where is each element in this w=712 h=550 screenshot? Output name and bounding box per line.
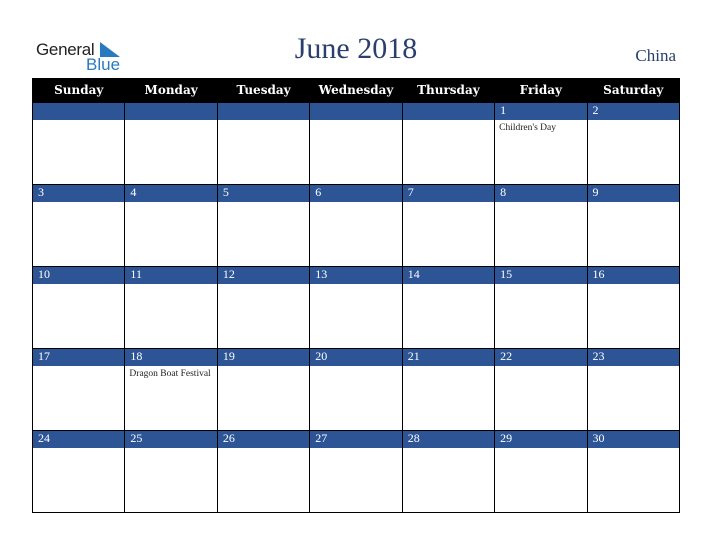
day-cell-events[interactable] — [586, 284, 681, 349]
day-cell-events[interactable] — [124, 448, 218, 513]
day-cell-events[interactable] — [124, 202, 218, 267]
day-cell-events[interactable] — [216, 284, 311, 349]
day-number[interactable]: 30 — [586, 430, 681, 448]
day-cell-events[interactable] — [31, 448, 126, 513]
day-cell-events[interactable] — [309, 448, 403, 513]
day-cell-events[interactable] — [401, 366, 496, 431]
day-cell-events[interactable] — [494, 366, 588, 431]
day-cell-events[interactable] — [586, 448, 681, 513]
day-cell-events[interactable] — [309, 120, 403, 185]
week-event-row: Dragon Boat Festival — [31, 366, 681, 431]
day-number[interactable] — [401, 102, 496, 120]
day-cell-events[interactable] — [31, 366, 126, 431]
day-cell-events[interactable] — [401, 120, 496, 185]
day-number[interactable]: 20 — [309, 348, 403, 366]
day-number[interactable] — [31, 102, 126, 120]
week-event-row — [31, 284, 681, 349]
day-cell-events[interactable] — [586, 366, 681, 431]
day-cell-events[interactable]: Dragon Boat Festival — [124, 366, 218, 431]
week-event-row — [31, 202, 681, 267]
day-number[interactable]: 3 — [31, 184, 126, 202]
day-number[interactable]: 25 — [124, 430, 218, 448]
day-number[interactable]: 14 — [401, 266, 496, 284]
day-number[interactable] — [124, 102, 218, 120]
day-number[interactable]: 2 — [586, 102, 681, 120]
day-number[interactable]: 22 — [494, 348, 588, 366]
weekday-header-tuesday: Tuesday — [216, 78, 311, 103]
day-cell-events[interactable] — [216, 202, 311, 267]
day-number[interactable]: 13 — [309, 266, 403, 284]
day-number[interactable]: 19 — [216, 348, 311, 366]
day-cell-events[interactable] — [31, 202, 126, 267]
day-number[interactable]: 21 — [401, 348, 496, 366]
day-cell-events[interactable] — [309, 366, 403, 431]
week-date-row: 17 18 19 20 21 22 23 — [31, 348, 681, 366]
day-cell-events[interactable] — [31, 284, 126, 349]
day-cell-events[interactable] — [494, 448, 588, 513]
week-date-row: 24 25 26 27 28 29 30 — [31, 430, 681, 448]
weekday-header-friday: Friday — [494, 78, 588, 103]
day-cell-events[interactable] — [586, 202, 681, 267]
day-cell-events[interactable] — [494, 284, 588, 349]
weekday-header-saturday: Saturday — [586, 78, 681, 103]
day-cell-events[interactable]: Children's Day — [494, 120, 588, 185]
week-date-row: 12 — [31, 102, 681, 120]
day-number[interactable]: 18 — [124, 348, 218, 366]
day-cell-events[interactable] — [216, 120, 311, 185]
day-number[interactable] — [216, 102, 311, 120]
day-cell-events[interactable] — [401, 202, 496, 267]
day-number[interactable]: 12 — [216, 266, 311, 284]
calendar-grid: Sunday Monday Tuesday Wednesday Thursday Frid… — [31, 78, 681, 513]
day-number[interactable]: 6 — [309, 184, 403, 202]
day-number[interactable]: 10 — [31, 266, 126, 284]
day-number[interactable] — [309, 102, 403, 120]
day-cell-events[interactable] — [586, 120, 681, 185]
day-number[interactable]: 28 — [401, 430, 496, 448]
day-number[interactable]: 15 — [494, 266, 588, 284]
country-label: China — [635, 46, 676, 65]
day-cell-events[interactable] — [216, 448, 311, 513]
weekday-header-sunday: Sunday — [31, 78, 126, 103]
day-number[interactable]: 29 — [494, 430, 588, 448]
weekday-header-row: Sunday Monday Tuesday Wednesday Thursday Frid… — [31, 78, 681, 103]
weekday-header-monday: Monday — [124, 78, 218, 103]
day-number[interactable]: 7 — [401, 184, 496, 202]
day-number[interactable]: 5 — [216, 184, 311, 202]
day-number[interactable]: 24 — [31, 430, 126, 448]
weekday-header-thursday: Thursday — [401, 78, 496, 103]
day-cell-events[interactable] — [216, 366, 311, 431]
week-event-row — [31, 448, 681, 513]
day-cell-events[interactable] — [124, 284, 218, 349]
day-cell-events[interactable] — [494, 202, 588, 267]
day-number[interactable]: 23 — [586, 348, 681, 366]
day-number[interactable]: 16 — [586, 266, 681, 284]
day-number[interactable]: 9 — [586, 184, 681, 202]
day-cell-events[interactable] — [309, 284, 403, 349]
day-cell-events[interactable] — [309, 202, 403, 267]
day-number[interactable]: 26 — [216, 430, 311, 448]
page-title: June 2018 — [294, 32, 418, 65]
day-number[interactable]: 4 — [124, 184, 218, 202]
week-event-row: Children's Day — [31, 120, 681, 185]
day-cell-events[interactable] — [31, 120, 126, 185]
day-number[interactable]: 11 — [124, 266, 218, 284]
day-number[interactable]: 27 — [309, 430, 403, 448]
day-number[interactable]: 8 — [494, 184, 588, 202]
day-cell-events[interactable] — [401, 284, 496, 349]
day-number[interactable]: 1 — [494, 102, 588, 120]
weekday-header-wednesday: Wednesday — [309, 78, 403, 103]
week-date-row: 10 11 12 13 14 15 16 — [31, 266, 681, 284]
day-number[interactable]: 17 — [31, 348, 126, 366]
day-cell-events[interactable] — [401, 448, 496, 513]
week-date-row: 3456789 — [31, 184, 681, 202]
day-cell-events[interactable] — [124, 120, 218, 185]
